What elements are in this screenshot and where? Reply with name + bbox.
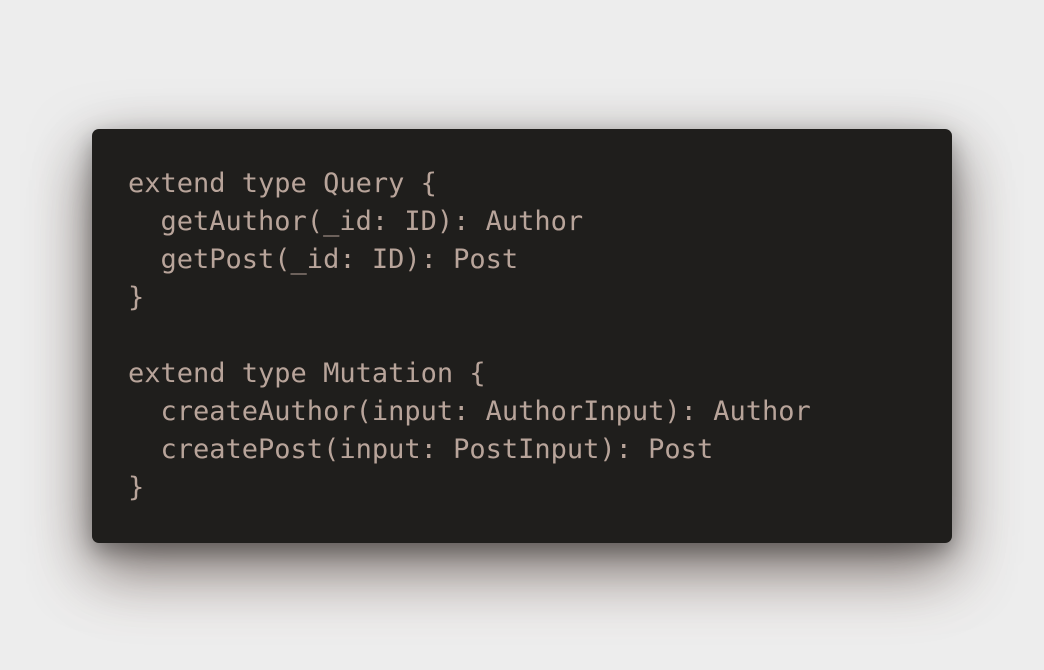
code-line: extend type Mutation {: [128, 358, 486, 389]
code-block: extend type Query { getAuthor(_id: ID): …: [128, 165, 952, 507]
code-line: createAuthor(input: AuthorInput): Author: [128, 396, 811, 427]
code-line: extend type Query {: [128, 168, 437, 199]
code-line: createPost(input: PostInput): Post: [128, 434, 714, 465]
code-line: }: [128, 472, 145, 503]
code-snippet-card: extend type Query { getAuthor(_id: ID): …: [92, 129, 952, 543]
code-line: getAuthor(_id: ID): Author: [128, 206, 584, 237]
code-line: getPost(_id: ID): Post: [128, 244, 519, 275]
code-line: }: [128, 282, 145, 313]
